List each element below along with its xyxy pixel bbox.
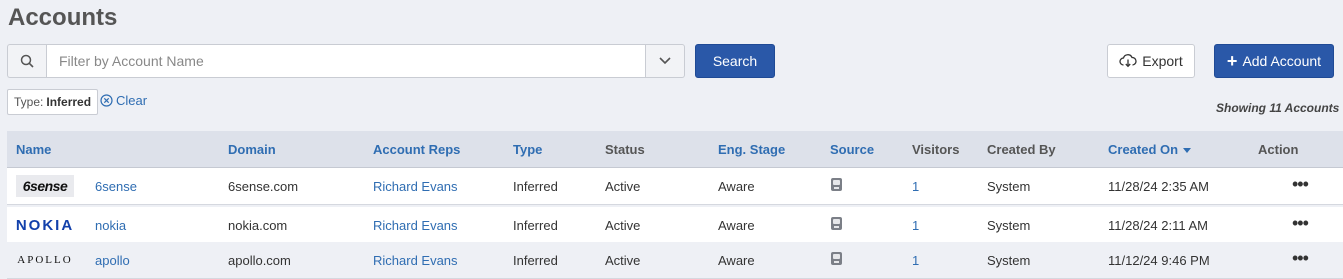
eng-stage-cell: Aware	[718, 218, 755, 233]
type-cell: Inferred	[513, 253, 558, 268]
created-on-cell: 11/28/24 2:35 AM	[1108, 179, 1209, 194]
status-cell: Active	[605, 179, 641, 194]
column-header-created-on-label: Created On	[1108, 142, 1179, 157]
clear-label: Clear	[116, 93, 148, 108]
filter-chip-type[interactable]: Type: Inferred	[7, 89, 99, 115]
table-row: APOLLO apollo apollo.com Richard Evans I…	[7, 242, 1343, 279]
page-title: Accounts	[8, 4, 118, 31]
created-on-cell: 11/12/24 9:46 PM	[1108, 253, 1210, 268]
type-cell: Inferred	[513, 218, 558, 233]
created-by-cell: System	[987, 218, 1031, 233]
more-actions-icon[interactable]: •••	[1292, 248, 1309, 269]
search-group	[7, 44, 685, 78]
domain-cell: nokia.com	[228, 218, 288, 233]
column-header-account-reps[interactable]: Account Reps	[373, 142, 460, 157]
search-input[interactable]	[46, 44, 646, 78]
eng-stage-cell: Aware	[718, 179, 755, 194]
account-rep-link[interactable]: Richard Evans	[373, 179, 458, 194]
table-header: Name Domain Account Reps Type Status Eng…	[7, 131, 1343, 168]
column-header-domain[interactable]: Domain	[228, 142, 276, 157]
account-rep-link[interactable]: Richard Evans	[373, 253, 458, 268]
search-button[interactable]: Search	[695, 44, 775, 78]
company-logo: NOKIA	[15, 216, 75, 234]
table-row: 6sense 6sense 6sense.com Richard Evans I…	[7, 168, 1343, 205]
table-row: NOKIA nokia nokia.com Richard Evans Infe…	[7, 207, 1343, 244]
add-account-label: Add Account	[1242, 53, 1322, 69]
company-logo: 6sense	[16, 175, 74, 197]
column-header-created-by: Created By	[987, 142, 1056, 157]
visitors-link[interactable]: 1	[912, 253, 919, 268]
visitors-link[interactable]: 1	[912, 179, 919, 194]
device-icon	[831, 252, 842, 265]
type-cell: Inferred	[513, 179, 558, 194]
status-cell: Active	[605, 253, 641, 268]
add-account-button[interactable]: + Add Account	[1214, 44, 1334, 78]
search-icon	[7, 44, 46, 78]
created-on-cell: 11/28/24 2:11 AM	[1108, 218, 1208, 233]
company-logo: APOLLO	[17, 254, 73, 266]
account-name-link[interactable]: 6sense	[95, 179, 137, 194]
more-actions-icon[interactable]: •••	[1292, 174, 1309, 195]
plus-icon: +	[1226, 51, 1238, 71]
column-header-status: Status	[605, 142, 645, 157]
account-name-link[interactable]: apollo	[95, 253, 130, 268]
created-by-cell: System	[987, 179, 1031, 194]
filter-chip-key: Type:	[14, 95, 44, 109]
domain-cell: 6sense.com	[228, 179, 299, 194]
account-rep-link[interactable]: Richard Evans	[373, 218, 458, 233]
visitors-link[interactable]: 1	[912, 218, 919, 233]
cloud-download-icon	[1119, 54, 1137, 68]
clear-filter-link[interactable]: Clear	[100, 93, 147, 108]
column-header-eng-stage[interactable]: Eng. Stage	[718, 142, 785, 157]
clear-circle-icon	[100, 94, 113, 107]
created-by-cell: System	[987, 253, 1031, 268]
account-name-link[interactable]: nokia	[95, 218, 126, 233]
column-header-type[interactable]: Type	[513, 142, 542, 157]
column-header-created-on[interactable]: Created On	[1108, 142, 1192, 157]
domain-cell: apollo.com	[228, 253, 291, 268]
column-header-name[interactable]: Name	[16, 142, 51, 157]
chevron-down-icon[interactable]	[646, 44, 685, 78]
column-header-action: Action	[1258, 142, 1299, 157]
eng-stage-cell: Aware	[718, 253, 755, 268]
device-icon	[831, 178, 842, 191]
device-icon	[831, 217, 842, 230]
column-header-source[interactable]: Source	[830, 142, 874, 157]
more-actions-icon[interactable]: •••	[1292, 213, 1309, 234]
export-label: Export	[1142, 53, 1183, 69]
status-cell: Active	[605, 218, 641, 233]
result-count: Showing 11 Accounts	[1216, 101, 1340, 115]
column-header-visitors: Visitors	[912, 142, 960, 157]
export-button[interactable]: Export	[1107, 44, 1195, 78]
sort-desc-icon	[1183, 148, 1192, 154]
filter-chip-value: Inferred	[46, 95, 92, 109]
